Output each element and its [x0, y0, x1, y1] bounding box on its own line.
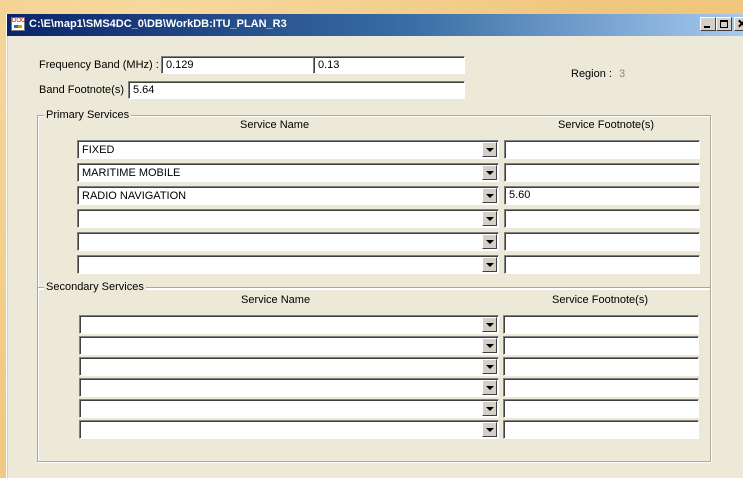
- secondary-services-group: Secondary Services Service Name Service …: [37, 281, 711, 462]
- secondary-footnote-field[interactable]: [503, 399, 699, 418]
- chevron-down-icon[interactable]: [482, 165, 497, 180]
- primary-service-footnote-header: Service Footnote(s): [558, 119, 654, 131]
- secondary-service-combo[interactable]: [79, 378, 499, 397]
- primary-service-combo[interactable]: FIXED: [77, 140, 499, 159]
- title-bar[interactable]: DOC C:\E\map1\SMS4DC_0\DB\WorkDB:ITU_PLA…: [7, 14, 743, 36]
- region-label: Region :: [571, 68, 612, 80]
- chevron-down-icon[interactable]: [482, 188, 497, 203]
- chevron-down-icon[interactable]: [482, 359, 497, 374]
- service-editor-window: DOC C:\E\map1\SMS4DC_0\DB\WorkDB:ITU_PLA…: [6, 14, 743, 478]
- primary-services-group: Primary Services Service Name Service Fo…: [37, 109, 711, 289]
- primary-service-combo[interactable]: [77, 255, 499, 274]
- primary-service-value: FIXED: [82, 144, 115, 156]
- secondary-service-combo[interactable]: [79, 399, 499, 418]
- primary-footnote-field[interactable]: 5.60: [504, 186, 700, 205]
- primary-footnote-field[interactable]: [504, 209, 700, 228]
- secondary-service-footnote-header: Service Footnote(s): [552, 294, 648, 306]
- secondary-footnote-field[interactable]: [503, 315, 699, 334]
- secondary-service-combo[interactable]: [79, 336, 499, 355]
- window-controls: [700, 17, 743, 33]
- primary-services-title: Primary Services: [44, 109, 132, 121]
- chevron-down-icon[interactable]: [482, 142, 497, 157]
- secondary-footnote-field[interactable]: [503, 357, 699, 376]
- secondary-service-name-header: Service Name: [241, 294, 311, 306]
- secondary-services-title: Secondary Services: [44, 281, 146, 293]
- primary-footnote-field[interactable]: [504, 140, 700, 159]
- chevron-down-icon[interactable]: [482, 317, 497, 332]
- primary-footnote-field[interactable]: [504, 232, 700, 251]
- doc-app-icon[interactable]: DOC: [11, 17, 25, 31]
- secondary-footnote-field[interactable]: [503, 420, 699, 439]
- chevron-down-icon[interactable]: [482, 211, 497, 226]
- primary-service-combo[interactable]: MARITIME MOBILE: [77, 163, 499, 182]
- primary-service-value: MARITIME MOBILE: [82, 167, 181, 179]
- frequency-low-field[interactable]: 0.129: [161, 56, 315, 74]
- primary-service-combo[interactable]: [77, 209, 499, 228]
- primary-footnote-field[interactable]: [504, 255, 700, 274]
- primary-footnote-field[interactable]: [504, 163, 700, 182]
- frequency-high-field[interactable]: 0.13: [313, 56, 465, 74]
- secondary-service-combo[interactable]: [79, 315, 499, 334]
- maximize-icon[interactable]: [716, 17, 732, 31]
- chevron-down-icon[interactable]: [482, 234, 497, 249]
- primary-service-combo[interactable]: [77, 232, 499, 251]
- secondary-footnote-field[interactable]: [503, 336, 699, 355]
- secondary-service-combo[interactable]: [79, 357, 499, 376]
- secondary-footnote-field[interactable]: [503, 378, 699, 397]
- chevron-down-icon[interactable]: [482, 401, 497, 416]
- region-value: 3: [619, 68, 626, 80]
- primary-service-name-header: Service Name: [240, 119, 310, 131]
- chevron-down-icon[interactable]: [482, 380, 497, 395]
- chevron-down-icon[interactable]: [482, 257, 497, 272]
- primary-service-value: RADIO NAVIGATION: [82, 190, 187, 202]
- chevron-down-icon[interactable]: [482, 422, 497, 437]
- band-footnote-field[interactable]: 5.64: [128, 81, 465, 99]
- close-icon[interactable]: [734, 17, 743, 31]
- chevron-down-icon[interactable]: [482, 338, 497, 353]
- window-title: C:\E\map1\SMS4DC_0\DB\WorkDB:ITU_PLAN_R3: [29, 18, 287, 30]
- secondary-service-combo[interactable]: [79, 420, 499, 439]
- band-footnote-label: Band Footnote(s) :: [39, 84, 131, 96]
- frequency-band-label: Frequency Band (MHz) :: [39, 59, 159, 71]
- minimize-icon[interactable]: [700, 17, 716, 31]
- primary-service-combo[interactable]: RADIO NAVIGATION: [77, 186, 499, 205]
